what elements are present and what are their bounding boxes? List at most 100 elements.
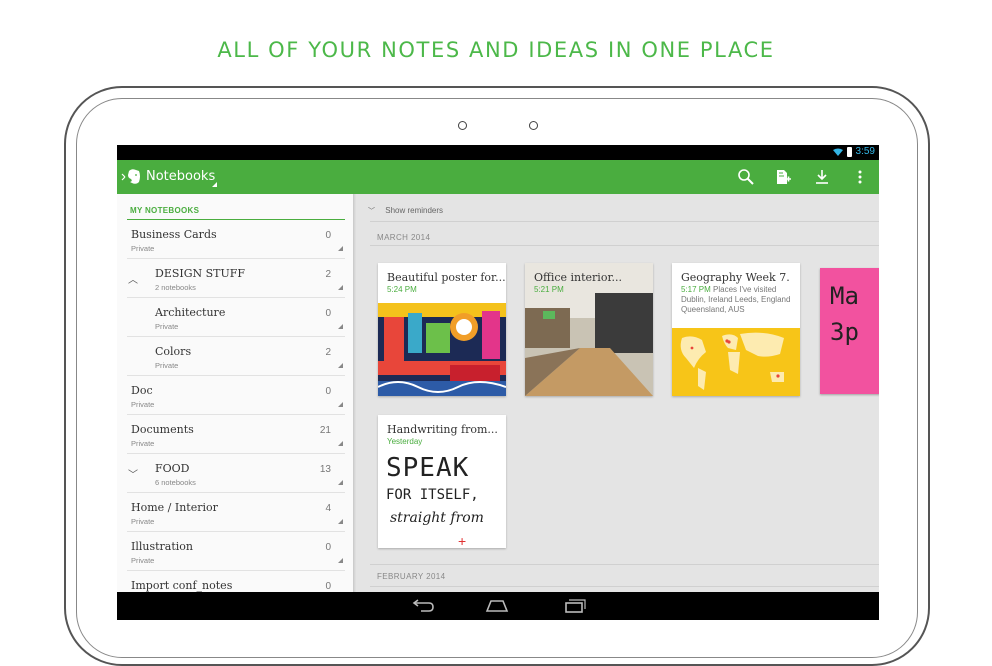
notebooks-sidebar: MY NOTEBOOKS Business Cards Private 0 ︿ …	[117, 194, 353, 592]
promo-headline: ALL OF YOUR NOTES AND IDEAS IN ONE PLACE	[217, 38, 775, 62]
notebook-count: 0	[325, 542, 331, 553]
handwriting-line: SPEAK	[386, 453, 470, 483]
section-divider	[370, 221, 879, 222]
notebook-sub: Private	[131, 556, 155, 565]
notebook-row[interactable]: Colors Private 2	[127, 337, 345, 376]
notebook-row[interactable]: Documents Private 21	[127, 415, 345, 454]
notebook-row[interactable]: Home / Interior Private 4	[127, 493, 345, 532]
notebook-row[interactable]: Business Cards Private 0	[127, 220, 345, 259]
sticky-text-line: 3p	[830, 318, 859, 346]
notebook-name: Import conf_notes	[131, 579, 233, 592]
corner-menu-icon[interactable]	[338, 441, 343, 446]
notebook-name: FOOD	[155, 462, 190, 475]
note-title: Office interior...	[534, 271, 622, 284]
poster-thumbnail	[378, 303, 506, 396]
chevron-down-icon[interactable]: ﹀	[128, 466, 138, 481]
corner-menu-icon[interactable]	[338, 285, 343, 290]
notebook-name: DESIGN STUFF	[155, 267, 246, 280]
action-bar: Notebooks	[117, 160, 879, 194]
sidebar-header: MY NOTEBOOKS	[130, 206, 200, 215]
note-card[interactable]: Office interior... 5:21 PM	[525, 263, 653, 396]
notebook-name: Doc	[131, 384, 153, 397]
corner-menu-icon[interactable]	[338, 246, 343, 251]
notebook-name: Documents	[131, 423, 194, 436]
notebook-count: 0	[325, 386, 331, 397]
world-map-thumbnail	[672, 328, 800, 396]
search-icon[interactable]	[737, 168, 755, 186]
notebook-count: 13	[319, 464, 331, 475]
camera-icon	[458, 121, 467, 130]
sensor-icon	[529, 121, 538, 130]
evernote-logo-icon[interactable]	[121, 168, 143, 186]
note-card[interactable]: Beautiful poster for... 5:24 PM	[378, 263, 506, 396]
chevron-up-icon[interactable]: ︿	[128, 271, 138, 286]
show-reminders-toggle[interactable]: ﹀ Show reminders	[368, 206, 443, 216]
notebook-row[interactable]: Doc Private 0	[127, 376, 345, 415]
handwriting-line: straight from	[390, 510, 484, 526]
notebook-sub: Private	[155, 322, 179, 331]
handwriting-line: FOR ITSELF,	[386, 487, 479, 503]
note-time: 5:21 PM	[534, 285, 564, 294]
notebook-name: Home / Interior	[131, 501, 218, 514]
notebook-name: Business Cards	[131, 228, 217, 241]
notebook-name: Colors	[155, 345, 192, 358]
notebooks-title[interactable]: Notebooks	[146, 169, 215, 184]
notebook-stack-row[interactable]: ﹀ FOOD 6 notebooks 13	[127, 454, 345, 493]
notebook-name: Illustration	[131, 540, 193, 553]
notebook-count: 4	[325, 503, 331, 514]
note-time: Yesterday	[387, 437, 423, 446]
red-ink-mark: +	[458, 533, 467, 548]
reminders-label: Show reminders	[385, 206, 444, 215]
note-title: Handwriting from...	[387, 423, 498, 436]
note-card[interactable]: Handwriting from... Yesterday SPEAK FOR …	[378, 415, 506, 548]
status-time: 3:59	[855, 146, 875, 157]
corner-menu-icon[interactable]	[338, 519, 343, 524]
month-label: FEBRUARY 2014	[377, 572, 446, 581]
status-bar: 3:59	[117, 145, 879, 160]
corner-menu-icon[interactable]	[338, 402, 343, 407]
notebook-count: 21	[319, 425, 331, 436]
corner-menu-icon[interactable]	[338, 480, 343, 485]
notebook-row[interactable]: Architecture Private 0	[127, 298, 345, 337]
note-title: Beautiful poster for...	[387, 271, 506, 284]
tablet-screen: 3:59 Notebooks MY NOTEBOOKS Business Car…	[117, 145, 879, 620]
notes-pane: ﹀ Show reminders MARCH 2014 Beautiful po…	[356, 194, 879, 592]
section-divider	[370, 245, 879, 246]
dropdown-corner-icon	[212, 182, 217, 187]
overflow-menu-icon[interactable]	[851, 168, 869, 186]
section-divider	[370, 586, 879, 587]
corner-menu-icon[interactable]	[338, 324, 343, 329]
corner-menu-icon[interactable]	[338, 363, 343, 368]
notebook-stack-row[interactable]: ︿ DESIGN STUFF 2 notebooks 2	[127, 259, 345, 298]
notebook-name: Architecture	[155, 306, 226, 319]
new-note-icon[interactable]	[774, 168, 792, 186]
sticky-text-line: Ma	[830, 282, 859, 310]
month-label: MARCH 2014	[377, 233, 431, 242]
notebook-count: 0	[325, 230, 331, 241]
notebook-sub: Private	[155, 361, 179, 370]
home-icon[interactable]	[484, 597, 510, 615]
notebook-row[interactable]: Import conf_notes 0	[127, 571, 345, 592]
wifi-icon	[832, 148, 843, 156]
note-title: Geography Week 7.	[681, 271, 790, 284]
corner-menu-icon[interactable]	[338, 558, 343, 563]
sync-icon[interactable]	[813, 168, 831, 186]
sticky-note-card[interactable]: Ma 3p	[820, 268, 879, 394]
notebook-row[interactable]: Illustration Private 0	[127, 532, 345, 571]
notebook-sub: 6 notebooks	[155, 478, 196, 487]
note-snippet: 5:17 PM Places I've visited Dublin, Irel…	[681, 285, 795, 315]
section-divider	[370, 564, 879, 565]
note-card[interactable]: Geography Week 7. 5:17 PM Places I've vi…	[672, 263, 800, 396]
notebook-sub: Private	[131, 517, 155, 526]
recent-apps-icon[interactable]	[561, 597, 587, 615]
notebook-count: 2	[325, 269, 331, 280]
notebook-sub: Private	[131, 244, 155, 253]
notebook-count: 0	[325, 308, 331, 319]
notebook-count: 0	[325, 581, 331, 592]
navigation-bar	[117, 592, 879, 620]
back-icon[interactable]	[409, 597, 435, 615]
chevron-down-icon: ﹀	[368, 208, 375, 215]
notebook-sub: Private	[131, 400, 155, 409]
notebook-count: 2	[325, 347, 331, 358]
notebook-sub: Private	[131, 439, 155, 448]
